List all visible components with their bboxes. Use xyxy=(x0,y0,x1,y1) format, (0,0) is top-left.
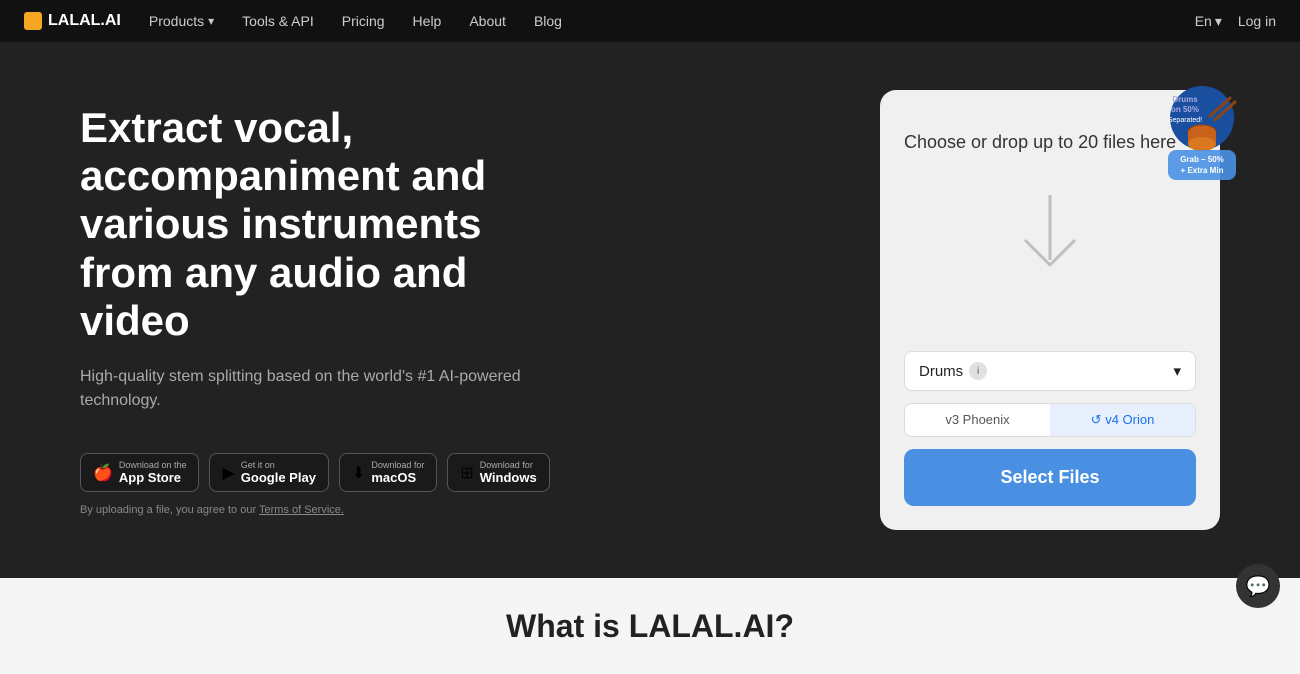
nav-blog[interactable]: Blog xyxy=(534,13,562,29)
google-play-icon: ▶ xyxy=(222,463,234,483)
badge-text: Download on the App Store xyxy=(119,460,187,485)
windows-icon: ⊞ xyxy=(460,463,473,483)
orion-icon: ↺ xyxy=(1091,412,1106,427)
model-info-icon: i xyxy=(969,362,987,380)
chevron-down-icon: ▾ xyxy=(1215,13,1222,30)
terms-link[interactable]: Terms of Service. xyxy=(259,504,344,516)
windows-badge[interactable]: ⊞ Download for Windows xyxy=(447,453,549,492)
version-tab-phoenix[interactable]: v3 Phoenix xyxy=(905,404,1050,436)
app-badges: 🍎 Download on the App Store ▶ Get it on … xyxy=(80,453,580,492)
badge-text: Download for Windows xyxy=(480,460,537,485)
nav-pricing[interactable]: Pricing xyxy=(342,13,385,29)
hero-subtitle: High-quality stem splitting based on the… xyxy=(80,365,580,413)
bottom-section: What is LALAL.AI? xyxy=(0,578,1300,674)
nav-help[interactable]: Help xyxy=(413,13,442,29)
upload-arrow xyxy=(904,195,1196,285)
dropdown-chevron-icon: ▾ xyxy=(1173,362,1181,380)
logo-icon xyxy=(24,12,42,30)
svg-text:Drums: Drums xyxy=(1172,95,1198,104)
upload-disclaimer: By uploading a file, you agree to our Te… xyxy=(80,504,580,516)
chat-button[interactable]: 💬 xyxy=(1236,564,1280,608)
nav-products[interactable]: Products ▾ xyxy=(149,13,214,29)
select-files-button[interactable]: Select Files xyxy=(904,449,1196,506)
promo-badge: Drums on 50% Separated! Grab – 50% + Ext… xyxy=(1130,80,1230,180)
main-section: Extract vocal, accompaniment and various… xyxy=(0,42,1300,578)
nav-tools[interactable]: Tools & API xyxy=(242,13,314,29)
google-play-badge[interactable]: ▶ Get it on Google Play xyxy=(209,453,328,492)
badge-text: Get it on Google Play xyxy=(241,460,316,485)
version-tab-orion[interactable]: ↺ v4 Orion xyxy=(1050,404,1195,436)
language-selector[interactable]: En ▾ xyxy=(1195,13,1222,30)
model-selector: Drums i ▾ xyxy=(904,351,1196,391)
logo-text: LALAL.AI xyxy=(48,12,121,30)
left-content: Extract vocal, accompaniment and various… xyxy=(80,104,580,516)
svg-text:Separated!: Separated! xyxy=(1168,117,1202,124)
macos-badge[interactable]: ⬇ Download for macOS xyxy=(339,453,437,492)
hero-title: Extract vocal, accompaniment and various… xyxy=(80,104,580,345)
model-dropdown[interactable]: Drums i ▾ xyxy=(904,351,1196,391)
apple-icon: 🍎 xyxy=(93,463,113,483)
version-tabs: v3 Phoenix ↺ v4 Orion xyxy=(904,403,1196,437)
svg-text:Grab – 50%: Grab – 50% xyxy=(1180,155,1224,164)
svg-text:on 50%: on 50% xyxy=(1171,105,1199,114)
upload-arrow-icon xyxy=(1010,195,1090,285)
nav-links: Products ▾ Tools & API Pricing Help Abou… xyxy=(149,13,1167,29)
nav-about[interactable]: About xyxy=(469,13,506,29)
model-name: Drums xyxy=(919,363,963,380)
model-name-row: Drums i xyxy=(919,362,987,380)
macos-icon: ⬇ xyxy=(352,463,365,483)
nav-right: En ▾ Log in xyxy=(1195,13,1276,30)
login-button[interactable]: Log in xyxy=(1238,13,1276,29)
badge-text: Download for macOS xyxy=(371,460,424,485)
app-store-badge[interactable]: 🍎 Download on the App Store xyxy=(80,453,199,492)
bottom-title: What is LALAL.AI? xyxy=(506,608,794,645)
chevron-down-icon: ▾ xyxy=(208,14,214,28)
navbar: LALAL.AI Products ▾ Tools & API Pricing … xyxy=(0,0,1300,42)
upload-card: Drums on 50% Separated! Grab – 50% + Ext… xyxy=(880,90,1220,530)
svg-text:+ Extra Min: + Extra Min xyxy=(1181,166,1224,175)
chat-icon: 💬 xyxy=(1246,574,1271,599)
logo[interactable]: LALAL.AI xyxy=(24,12,121,30)
